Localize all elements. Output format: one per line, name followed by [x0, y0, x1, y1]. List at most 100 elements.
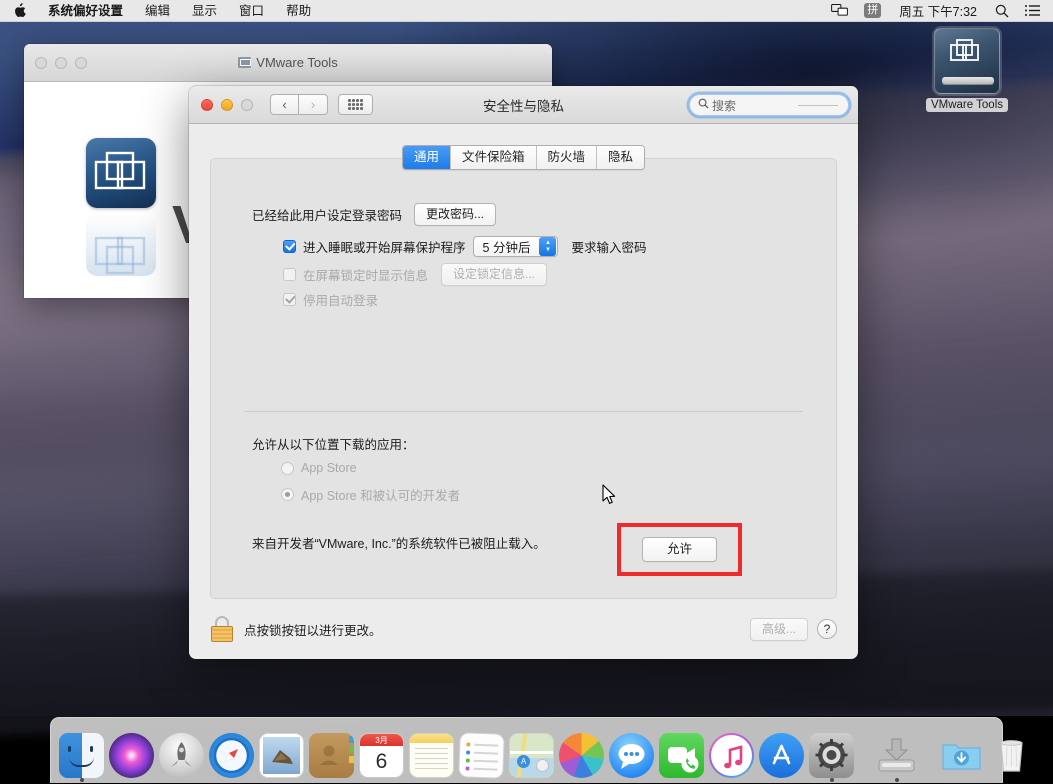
grid-dots: [348, 99, 363, 110]
dock-item-reminders[interactable]: [458, 726, 505, 779]
menu-item-system-preferences[interactable]: 系统偏好设置: [37, 0, 134, 22]
prefs-search-wrapper[interactable]: 搜索: [689, 94, 849, 116]
disable-autologin-row: 停用自动登录: [283, 290, 378, 309]
require-password-checkbox[interactable]: [283, 240, 296, 253]
dock-item-mail[interactable]: [259, 726, 304, 778]
download-section-heading: 允许从以下位置下载的应用：: [252, 438, 415, 452]
search-input[interactable]: 搜索: [689, 94, 849, 116]
dock-item-photos[interactable]: [559, 726, 604, 778]
prefs-zoom-button[interactable]: [241, 98, 253, 111]
lock-closed-icon[interactable]: [210, 616, 234, 642]
notes-icon: [409, 733, 454, 778]
input-method-indicator[interactable]: 拼: [856, 0, 889, 22]
calendar-icon: 3月 6: [359, 733, 404, 778]
search-placeholder: 搜索: [712, 98, 737, 113]
password-delay-value: 5 分钟后: [482, 241, 531, 255]
desktop-icon-vmware-tools[interactable]: VMware Tools: [921, 28, 1013, 113]
dock-item-messages[interactable]: [609, 726, 654, 778]
system-preferences-icon: [809, 733, 854, 778]
app-store-radio-label: App Store: [301, 461, 357, 475]
dock-item-trash[interactable]: [989, 726, 1034, 778]
menu-item-help[interactable]: 帮助: [275, 0, 322, 22]
prefs-titlebar[interactable]: ‹ › 安全性与隐私 搜索: [189, 86, 858, 124]
security-privacy-window[interactable]: ‹ › 安全性与隐私 搜索 通用 文件保险箱 防火墙 隐私 已经给此用户设定登录…: [189, 86, 858, 659]
dock-item-downloads-folder[interactable]: [939, 726, 984, 778]
siri-icon: [109, 733, 154, 778]
disable-autologin-label: 停用自动登录: [303, 294, 379, 308]
screen-sharing-icon[interactable]: [823, 0, 856, 22]
tab-general[interactable]: 通用: [402, 146, 450, 169]
menu-bar-clock[interactable]: 周五 下午7:32: [889, 1, 987, 20]
blocked-software-notice: 来自开发者“VMware, Inc.”的系统软件已被阻止载入。: [252, 537, 546, 551]
notification-center-icon[interactable]: [1017, 0, 1053, 22]
show-lock-message-label: 在屏幕锁定时显示信息: [303, 269, 429, 283]
tab-group[interactable]: 通用 文件保险箱 防火墙 隐私: [401, 145, 646, 170]
dock-item-facetime[interactable]: [659, 726, 704, 778]
dock[interactable]: 3月 6 A: [50, 717, 1023, 783]
general-tab-panel: 通用 文件保险箱 防火墙 隐私 已经给此用户设定登录密码 更改密码... 进入睡…: [210, 145, 837, 599]
disable-autologin-checkbox[interactable]: [283, 293, 296, 306]
desktop-screen: 系统偏好设置 编辑 显示 窗口 帮助 拼 周五 下午7:32 VMware To…: [0, 0, 1053, 784]
dock-item-itunes[interactable]: [709, 726, 754, 778]
dock-item-maps[interactable]: A: [509, 726, 554, 778]
app-store-identified-radio[interactable]: [281, 488, 294, 501]
prefs-close-button[interactable]: [201, 98, 213, 111]
contacts-icon: [309, 733, 354, 778]
radio-row-app-store-identified[interactable]: App Store 和被认可的开发者: [281, 485, 460, 504]
menu-item-edit[interactable]: 编辑: [134, 0, 181, 22]
show-lock-message-row: 在屏幕锁定时显示信息 设定锁定信息...: [283, 263, 548, 286]
dock-item-system-preferences[interactable]: [809, 726, 854, 782]
prefs-window-controls[interactable]: [189, 98, 253, 111]
disk-slot: [942, 77, 994, 84]
help-button[interactable]: ?: [817, 619, 837, 639]
change-password-button[interactable]: 更改密码...: [414, 203, 497, 226]
dock-item-siri[interactable]: [109, 726, 154, 778]
password-delay-select[interactable]: 5 分钟后 ▲ ▼: [472, 236, 559, 257]
tab-firewall[interactable]: 防火墙: [535, 146, 597, 169]
advanced-button[interactable]: 高级...: [749, 617, 808, 641]
running-indicator: [79, 778, 84, 782]
panel-divider: [244, 411, 803, 412]
set-lock-message-button[interactable]: 设定锁定信息...: [441, 263, 548, 286]
dock-item-app-store[interactable]: [759, 726, 804, 778]
tab-filevault[interactable]: 文件保险箱: [449, 146, 536, 169]
dock-item-calendar[interactable]: 3月 6: [359, 726, 404, 778]
finder-icon: [59, 733, 104, 778]
require-password-suffix: 要求输入密码: [571, 241, 647, 255]
dock-item-launchpad[interactable]: [159, 726, 204, 778]
grid-show-all-icon[interactable]: [338, 94, 373, 115]
photos-icon: [559, 733, 604, 778]
login-password-row: 已经给此用户设定登录密码 更改密码...: [252, 203, 497, 226]
search-underline: [798, 105, 838, 106]
prefs-minimize-button[interactable]: [221, 98, 233, 111]
show-lock-message-checkbox[interactable]: [283, 268, 296, 281]
disk-volume-icon: [238, 57, 252, 68]
prefs-tab-bar[interactable]: 通用 文件保险箱 防火墙 隐私: [211, 145, 836, 170]
mail-icon: [259, 733, 304, 778]
desktop-icon-label: VMware Tools: [925, 98, 1008, 112]
spotlight-search-icon[interactable]: [987, 0, 1017, 22]
prefs-nav-group[interactable]: ‹ ›: [270, 94, 328, 115]
password-set-label: 已经给此用户设定登录密码: [252, 209, 403, 223]
dock-item-contacts[interactable]: [309, 726, 354, 778]
running-indicator: [894, 778, 899, 782]
app-store-radio[interactable]: [281, 461, 294, 475]
apple-logo-icon[interactable]: [0, 3, 37, 18]
dock-item-notes[interactable]: [409, 726, 454, 778]
radio-row-app-store[interactable]: App Store: [281, 461, 357, 475]
installer-icon: [874, 733, 919, 778]
chevron-left-icon[interactable]: ‹: [270, 94, 299, 115]
chevron-right-icon[interactable]: ›: [299, 94, 328, 115]
menu-item-window[interactable]: 窗口: [228, 0, 275, 22]
running-indicator: [829, 778, 834, 782]
launchpad-icon: [159, 733, 204, 778]
dock-item-installer[interactable]: [874, 726, 919, 782]
search-icon: [698, 98, 709, 112]
dock-item-finder[interactable]: [59, 726, 104, 782]
tab-privacy[interactable]: 隐私: [596, 146, 645, 169]
dock-item-safari[interactable]: [209, 726, 254, 778]
menu-item-view[interactable]: 显示: [181, 0, 228, 22]
allow-button[interactable]: 允许: [641, 537, 717, 562]
vmware-logo-icon[interactable]: [86, 138, 156, 208]
finder-titlebar[interactable]: VMware Tools: [24, 44, 552, 82]
